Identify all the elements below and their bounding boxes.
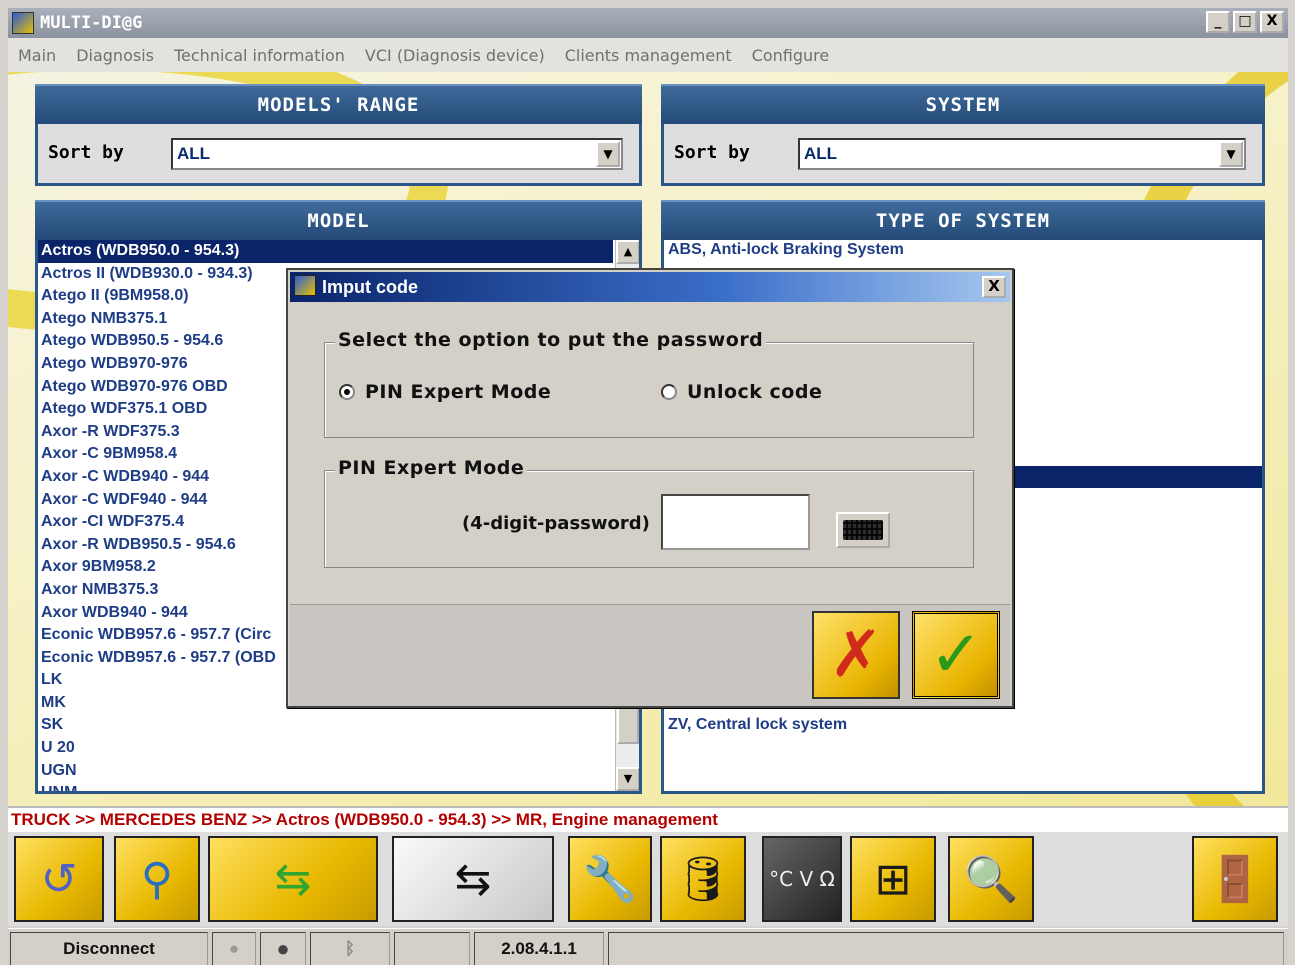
dialog-button-area: ✗ ✓	[290, 604, 1010, 706]
list-item[interactable]: Actros (WDB950.0 - 954.3)	[38, 240, 613, 263]
virtual-keyboard-button[interactable]	[836, 512, 890, 548]
cross-icon: ✗	[829, 618, 883, 692]
search-icon: 🔍	[963, 854, 1019, 905]
system-sort-combo[interactable]: ALL ▼	[798, 138, 1246, 170]
input-code-dialog: Imput code X Select the option to put th…	[286, 268, 1014, 708]
temperature-voltage-resistance-icon: °C V Ω	[769, 867, 835, 891]
exit-button[interactable]: 🚪	[1192, 836, 1278, 922]
units-button[interactable]: °C V Ω	[762, 836, 842, 922]
menu-configure[interactable]: Configure	[752, 46, 830, 65]
system-sort-box: Sort by ALL ▼	[661, 124, 1265, 186]
radio-label: PIN Expert Mode	[365, 381, 552, 403]
lightbulb-icon: ●	[212, 932, 256, 965]
models-range-header: MODELS' RANGE	[35, 84, 642, 124]
version-label: 2.08.4.1.1	[474, 932, 604, 965]
maximize-button[interactable]: □	[1233, 11, 1257, 33]
list-item[interactable]: UNM	[38, 782, 613, 791]
model-header: MODEL	[35, 200, 642, 240]
breadcrumb: TRUCK >> MERCEDES BENZ >> Actros (WDB950…	[8, 806, 1288, 832]
menu-bar: Main Diagnosis Technical information VCI…	[8, 38, 1288, 72]
models-sort-value: ALL	[177, 144, 211, 163]
search-button[interactable]: 🔍	[948, 836, 1034, 922]
truck-green-icon: ⇆	[274, 853, 312, 905]
wrench-icon: 🔧	[582, 854, 638, 905]
type-of-system-header: TYPE OF SYSTEM	[661, 200, 1265, 240]
scroll-up-button[interactable]: ▲	[616, 240, 639, 264]
ok-button[interactable]: ✓	[912, 611, 1000, 699]
chevron-down-icon[interactable]: ▼	[596, 141, 620, 167]
list-item[interactable]: ZV, Central lock system	[664, 716, 847, 734]
group-title: PIN Expert Mode	[335, 457, 528, 479]
connection-led-icon: ●	[260, 932, 306, 965]
password-option-group: Select the option to put the password PI…	[324, 329, 974, 438]
title-bar: MULTI-DI@G _ □ X	[8, 8, 1288, 38]
vehicle-green-button[interactable]: ⇆	[208, 836, 378, 922]
disconnect-status[interactable]: Disconnect	[10, 932, 208, 965]
app-icon	[294, 275, 316, 296]
wrench-button[interactable]: 🔧	[568, 836, 652, 922]
status-empty-cell	[394, 932, 470, 965]
app-icon	[12, 12, 34, 34]
sort-by-label: Sort by	[48, 142, 124, 163]
list-item[interactable]: UGN	[38, 760, 613, 783]
menu-diagnosis[interactable]: Diagnosis	[76, 46, 154, 65]
exit-door-icon: 🚪	[1207, 854, 1263, 905]
radio-unchecked-icon[interactable]	[661, 384, 677, 400]
keyboard-icon	[843, 520, 883, 540]
menu-vci[interactable]: VCI (Diagnosis device)	[365, 46, 545, 65]
models-sort-combo[interactable]: ALL ▼	[171, 138, 623, 170]
status-bar: Disconnect ● ● ᛒ 2.08.4.1.1	[8, 928, 1288, 965]
cancel-button[interactable]: ✗	[812, 611, 900, 699]
window-title: MULTI-DI@G	[40, 13, 143, 33]
scroll-down-button[interactable]: ▼	[616, 767, 639, 791]
back-button[interactable]: ↺	[14, 836, 104, 922]
menu-main[interactable]: Main	[18, 46, 56, 65]
status-message-cell	[608, 932, 1284, 965]
radio-checked-icon[interactable]	[339, 384, 355, 400]
vehicle-black-button[interactable]: ⇆	[392, 836, 554, 922]
dialog-title: Imput code	[290, 272, 1010, 302]
sort-by-label: Sort by	[674, 142, 750, 163]
models-range-sort-box: Sort by ALL ▼	[35, 124, 642, 186]
radio-pin-expert-mode[interactable]: PIN Expert Mode	[339, 381, 551, 403]
list-item[interactable]: U 20	[38, 737, 613, 760]
list-item[interactable]: SK	[38, 714, 613, 737]
password-label: (4-digit-password)	[462, 513, 650, 534]
chevron-down-icon[interactable]: ▼	[1219, 141, 1243, 167]
toolbar: ↺ ⚲ ⇆ ⇆ 🔧 🛢 °C V Ω ⊞ 🔍 🚪	[8, 832, 1288, 926]
group-title: Select the option to put the password	[335, 329, 767, 351]
system-header: SYSTEM	[661, 84, 1265, 124]
menu-clients-management[interactable]: Clients management	[565, 46, 732, 65]
minimize-button[interactable]: _	[1206, 11, 1230, 33]
list-item[interactable]: ABS, Anti-lock Braking System	[664, 241, 904, 259]
radio-unlock-code[interactable]: Unlock code	[661, 381, 822, 403]
password-input[interactable]	[661, 494, 810, 550]
truck-black-icon: ⇆	[454, 853, 492, 905]
wiring-diagram-icon: ⊞	[874, 853, 912, 905]
bluetooth-icon: ᛒ	[310, 932, 390, 965]
wiring-button[interactable]: ⊞	[850, 836, 936, 922]
close-button[interactable]: X	[1260, 11, 1284, 33]
connection-button[interactable]: ⚲	[114, 836, 200, 922]
checkmark-icon: ✓	[929, 618, 983, 692]
undo-icon: ↺	[40, 853, 78, 905]
radio-label: Unlock code	[687, 381, 823, 403]
oil-button[interactable]: 🛢	[660, 836, 746, 922]
menu-technical-information[interactable]: Technical information	[174, 46, 345, 65]
oil-can-icon: 🛢	[675, 854, 731, 905]
system-sort-value: ALL	[804, 144, 838, 163]
dialog-close-button[interactable]: X	[982, 276, 1006, 298]
cable-icon: ⚲	[140, 853, 174, 905]
